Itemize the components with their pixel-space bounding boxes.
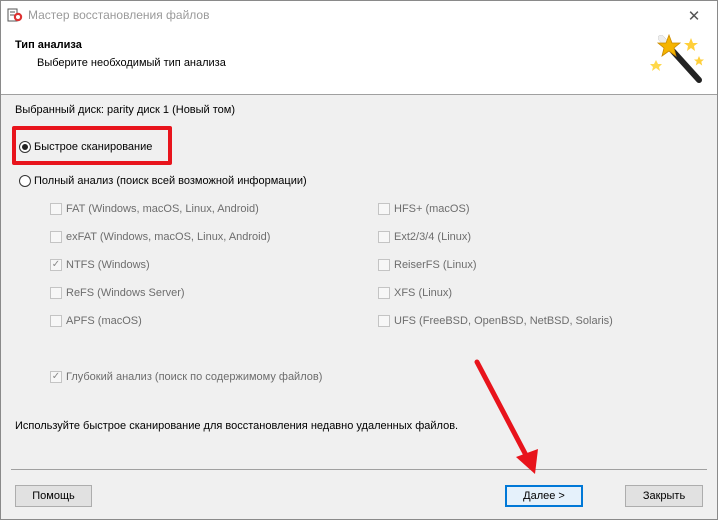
check-icon: ✓ [51,259,61,270]
fs-option-xfs: XFS (Linux) [378,287,452,299]
fs-option-exfat: exFAT (Windows, macOS, Linux, Android) [50,231,270,243]
magic-wand-icon [650,33,704,83]
fs-checkbox [378,231,390,243]
footer-divider [11,469,707,470]
fs-label: FAT (Windows, macOS, Linux, Android) [66,203,259,215]
fs-option-ntfs: ✓ NTFS (Windows) [50,259,150,271]
fs-checkbox [50,287,62,299]
full-analysis-option[interactable]: Полный анализ (поиск всей возможной инфо… [19,175,307,187]
fs-label: UFS (FreeBSD, OpenBSD, NetBSD, Solaris) [394,315,613,327]
quick-scan-radio[interactable] [19,141,31,153]
full-analysis-radio[interactable] [19,175,31,187]
next-button[interactable]: Далее > [505,485,583,507]
fs-label: Ext2/3/4 (Linux) [394,231,472,243]
close-window-button[interactable]: ✕ [675,1,713,30]
full-analysis-label: Полный анализ (поиск всей возможной инфо… [34,175,307,187]
fs-option-reiserfs: ReiserFS (Linux) [378,259,477,271]
help-button[interactable]: Помощь [15,485,92,507]
fs-option-refs: ReFS (Windows Server) [50,287,185,299]
fs-option-hfs: HFS+ (macOS) [378,203,469,215]
quick-scan-label: Быстрое сканирование [34,141,153,153]
fs-label: APFS (macOS) [66,315,142,327]
app-icon [7,8,23,22]
fs-option-fat: FAT (Windows, macOS, Linux, Android) [50,203,259,215]
recovery-wizard-window: Мастер восстановления файлов ✕ Тип анали… [0,0,718,520]
wizard-header: Тип анализа Выберите необходимый тип ана… [1,30,717,95]
fs-option-ufs: UFS (FreeBSD, OpenBSD, NetBSD, Solaris) [378,315,613,327]
fs-label: ReFS (Windows Server) [66,287,185,299]
title-bar: Мастер восстановления файлов ✕ [1,1,717,30]
fs-checkbox [378,315,390,327]
deep-analysis-option: ✓ Глубокий анализ (поиск по содержимому … [50,371,322,383]
fs-checkbox [50,315,62,327]
close-button[interactable]: Закрыть [625,485,703,507]
check-icon: ✓ [51,371,61,382]
fs-checkbox [50,231,62,243]
deep-analysis-label: Глубокий анализ (поиск по содержимому фа… [66,371,323,383]
fs-label: ReiserFS (Linux) [394,259,477,271]
page-title: Тип анализа [15,39,82,51]
fs-option-apfs: APFS (macOS) [50,315,142,327]
window-title: Мастер восстановления файлов [28,8,210,22]
quick-scan-option[interactable]: Быстрое сканирование [19,141,152,153]
fs-label: NTFS (Windows) [66,259,150,271]
fs-checkbox [50,203,62,215]
fs-checkbox [378,287,390,299]
hint-text: Используйте быстрое сканирование для вос… [15,420,459,432]
fs-option-ext: Ext2/3/4 (Linux) [378,231,471,243]
fs-checkbox [378,259,390,271]
fs-label: HFS+ (macOS) [394,203,470,215]
deep-analysis-checkbox: ✓ [50,371,62,383]
fs-label: XFS (Linux) [394,287,453,299]
selected-disk-label: Выбранный диск: parity диск 1 (Новый том… [15,104,236,116]
wizard-content: Выбранный диск: parity диск 1 (Новый том… [1,95,717,470]
fs-checkbox [378,203,390,215]
close-icon: ✕ [687,7,701,25]
fs-checkbox-checked: ✓ [50,259,62,271]
page-subtitle: Выберите необходимый тип анализа [37,57,226,69]
fs-label: exFAT (Windows, macOS, Linux, Android) [66,231,271,243]
